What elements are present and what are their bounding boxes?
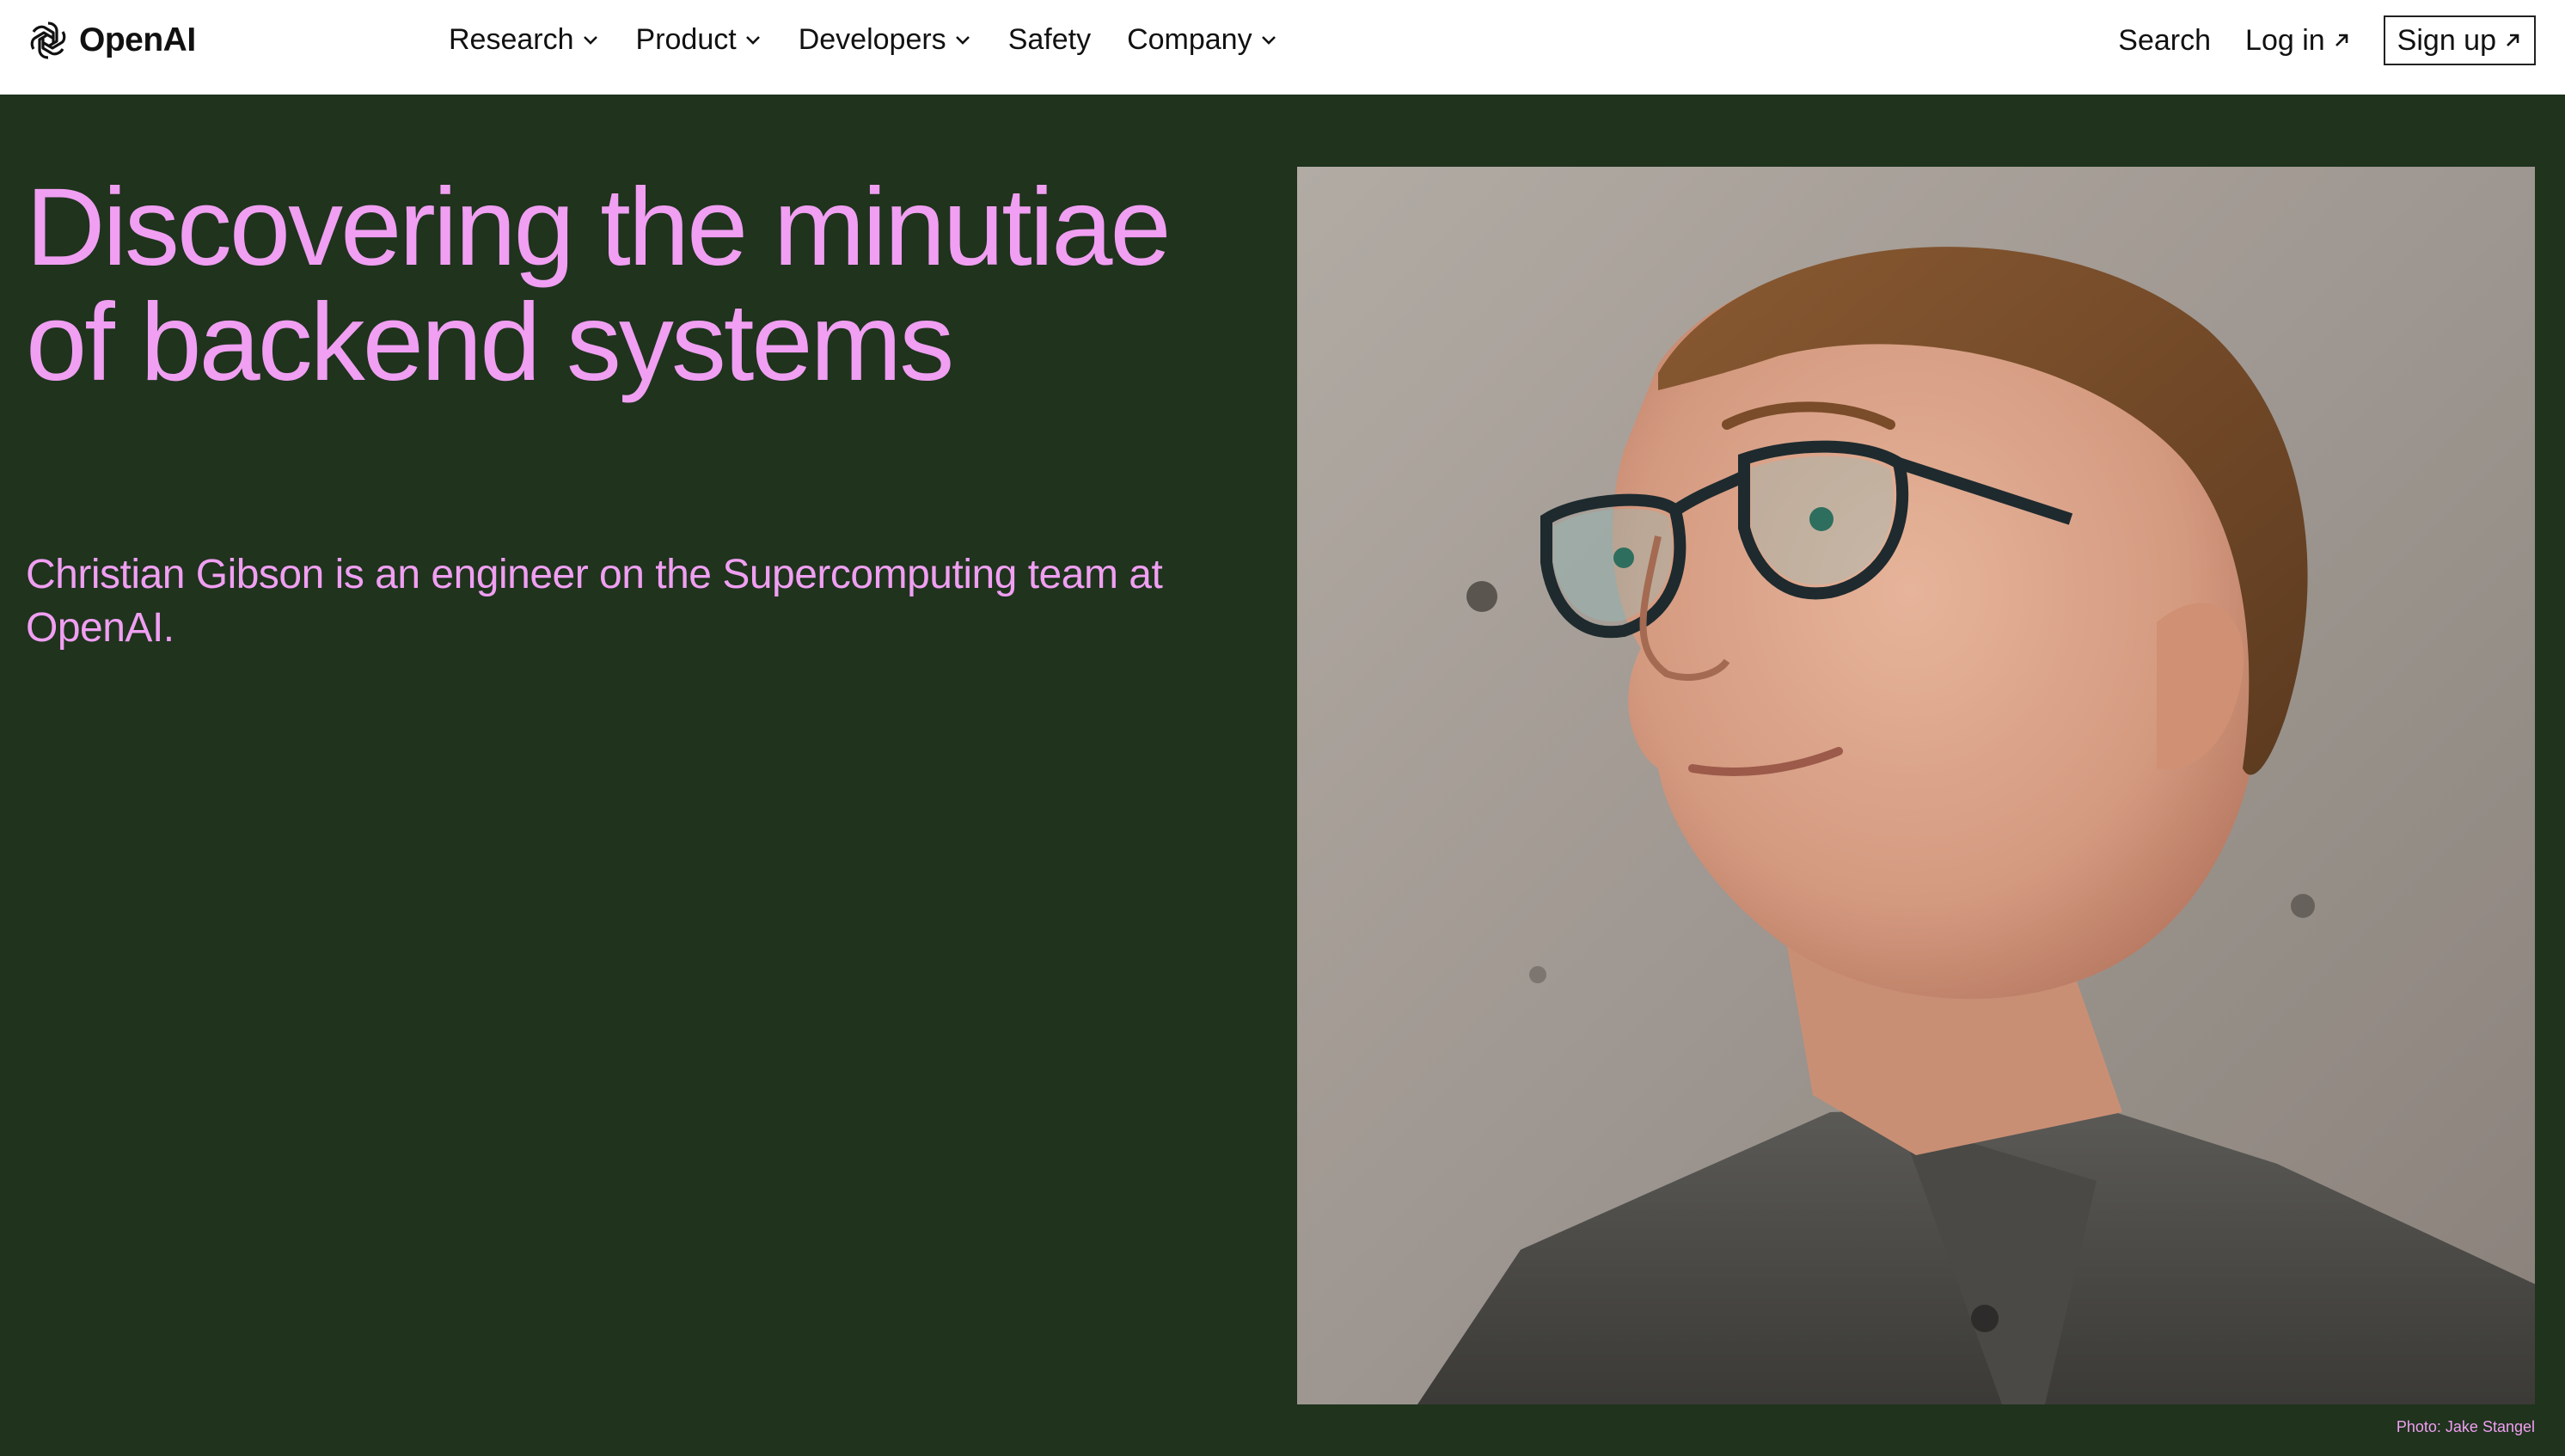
login-label: Log in <box>2245 23 2325 57</box>
nav-item-research[interactable]: Research <box>449 23 600 57</box>
openai-logo-link[interactable]: OpenAI <box>26 17 196 64</box>
external-arrow-icon <box>2335 34 2348 46</box>
page-title: Discovering the minutiae of backend syst… <box>26 166 1172 404</box>
nav-item-label: Product <box>635 22 737 56</box>
header-actions: Search Log in Sign up <box>2118 15 2536 65</box>
portrait-photo <box>1297 167 2535 1404</box>
chevron-down-icon <box>1261 36 1276 45</box>
main-nav: Research Product Developers Safety Compa… <box>449 15 1314 64</box>
nav-item-developers[interactable]: Developers <box>799 23 972 57</box>
nav-item-label: Company <box>1127 22 1252 56</box>
nav-item-safety[interactable]: Safety <box>1008 23 1091 57</box>
nav-item-product[interactable]: Product <box>636 23 762 57</box>
brand-name: OpenAI <box>79 21 196 58</box>
nav-item-label: Research <box>449 22 574 56</box>
signup-button[interactable]: Sign up <box>2383 15 2536 65</box>
photo-credit: Photo: Jake Stangel <box>2396 1418 2535 1435</box>
external-arrow-icon <box>2507 34 2519 46</box>
search-button[interactable]: Search <box>2118 24 2211 58</box>
page-subtitle: Christian Gibson is an engineer on the S… <box>26 552 1163 651</box>
login-link[interactable]: Log in <box>2245 24 2351 58</box>
signup-label: Sign up <box>2397 23 2496 57</box>
nav-item-label: Safety <box>1007 22 1092 56</box>
nav-item-label: Developers <box>798 22 946 56</box>
nav-item-company[interactable]: Company <box>1127 23 1278 57</box>
openai-logo-icon <box>30 21 66 59</box>
top-navigation-bar: OpenAI Research Product Developers Safet… <box>0 0 2565 95</box>
chevron-down-icon <box>583 36 597 45</box>
chevron-down-icon <box>955 36 970 45</box>
portrait-illustration <box>1297 167 2535 1404</box>
chevron-down-icon <box>745 36 760 45</box>
